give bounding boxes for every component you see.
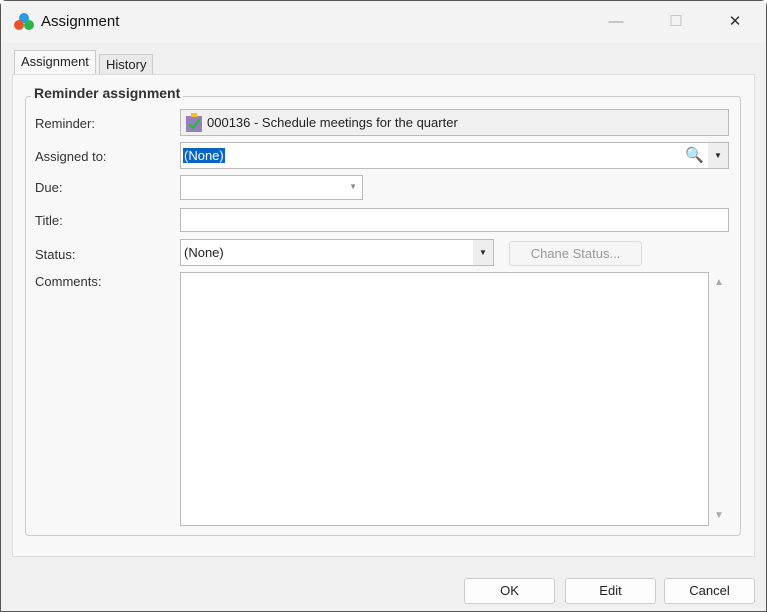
reminder-label: Reminder: — [35, 116, 95, 131]
comments-scrollbar[interactable]: ▲ ▼ — [711, 272, 727, 526]
cancel-button[interactable]: Cancel — [664, 578, 755, 604]
status-dropdown-button[interactable]: ▼ — [473, 240, 493, 265]
maximize-button[interactable]: ☐ — [656, 9, 696, 35]
window-title: Assignment — [41, 13, 120, 30]
status-select[interactable]: (None) ▼ — [180, 239, 494, 266]
due-date-field[interactable]: ▼ — [180, 175, 363, 200]
reminder-icon — [186, 113, 202, 132]
assigned-to-value[interactable]: (None) — [183, 148, 225, 163]
status-value: (None) — [184, 245, 224, 260]
title-input[interactable] — [180, 208, 729, 232]
title-bar: Assignment — ☐ ✕ — [1, 1, 766, 43]
tab-history[interactable]: History — [99, 54, 154, 74]
tab-assignment[interactable]: Assignment — [14, 50, 96, 75]
ok-button[interactable]: OK — [464, 578, 555, 604]
scroll-down-icon[interactable]: ▼ — [714, 510, 724, 521]
reminder-field: 000136 - Schedule meetings for the quart… — [180, 109, 729, 136]
assigned-to-label: Assigned to: — [35, 149, 107, 164]
change-status-button[interactable]: Chane Status... — [509, 241, 642, 266]
minimize-button[interactable]: — — [596, 9, 636, 35]
assigned-to-dropdown-button[interactable]: ▼ — [708, 143, 728, 168]
title-label: Title: — [35, 213, 63, 228]
group-legend: Reminder assignment — [31, 85, 184, 101]
comments-label: Comments: — [35, 274, 102, 289]
app-logo-icon — [14, 13, 34, 30]
due-label: Due: — [35, 180, 63, 195]
assigned-to-field[interactable]: (None) 🔍 ▼ — [180, 142, 729, 169]
search-icon[interactable]: 🔍 — [685, 146, 704, 164]
close-button[interactable]: ✕ — [715, 9, 755, 35]
assignment-window: Assignment — ☐ ✕ Assignment History Remi… — [0, 0, 767, 612]
edit-button[interactable]: Edit — [565, 578, 656, 604]
chevron-down-icon[interactable]: ▼ — [349, 182, 357, 191]
scroll-up-icon[interactable]: ▲ — [714, 277, 724, 288]
status-label: Status: — [35, 247, 76, 262]
comments-textarea[interactable] — [180, 272, 709, 526]
reminder-value: 000136 - Schedule meetings for the quart… — [207, 115, 458, 130]
